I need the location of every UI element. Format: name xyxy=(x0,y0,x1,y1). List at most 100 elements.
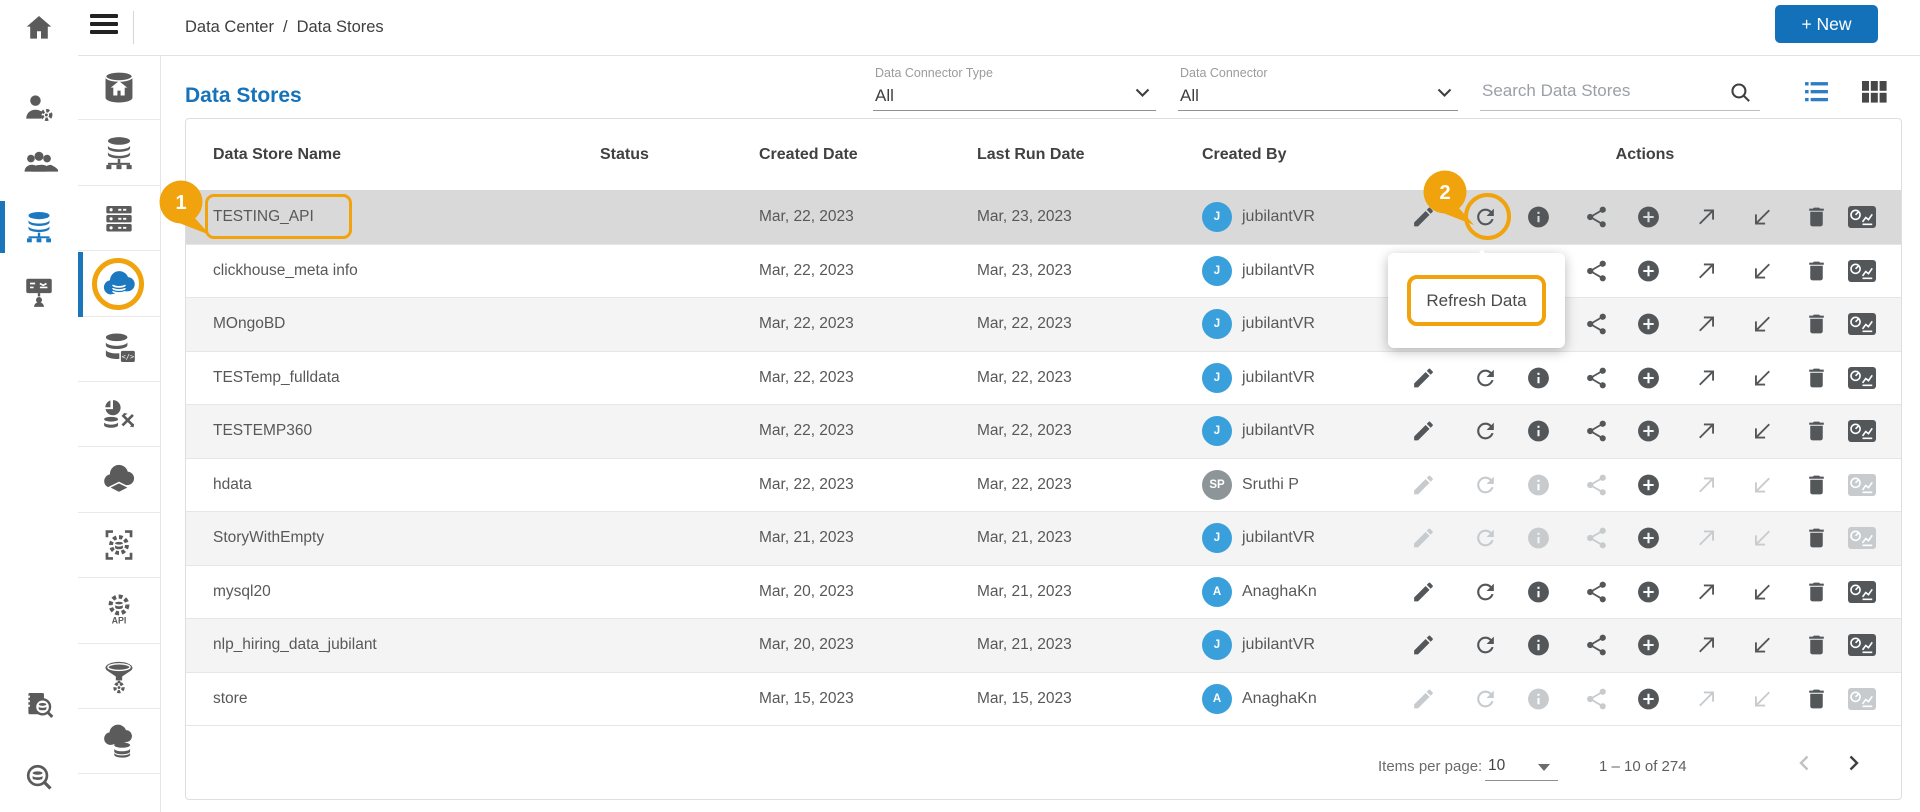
share-icon[interactable] xyxy=(1584,312,1609,337)
table-row[interactable]: hdata Mar, 22, 2023 Mar, 22, 2023 SP Sru… xyxy=(186,458,1901,512)
share-icon[interactable] xyxy=(1584,526,1609,551)
search-icon[interactable] xyxy=(1728,80,1753,105)
data-profile-icon[interactable] xyxy=(1848,634,1876,657)
open-external-icon[interactable] xyxy=(1694,258,1719,283)
import-icon[interactable] xyxy=(1750,472,1775,497)
table-row[interactable]: clickhouse_meta info Mar, 22, 2023 Mar, … xyxy=(186,244,1901,298)
edit-icon[interactable] xyxy=(1411,633,1436,658)
add-icon[interactable] xyxy=(1636,633,1661,658)
add-icon[interactable] xyxy=(1636,419,1661,444)
data-profile-icon[interactable] xyxy=(1848,366,1876,389)
table-row[interactable]: TESTemp_fulldata Mar, 22, 2023 Mar, 22, … xyxy=(186,351,1901,405)
new-button[interactable]: + New xyxy=(1775,5,1878,43)
data-profile-icon[interactable] xyxy=(1848,687,1876,710)
refresh-icon[interactable] xyxy=(1473,579,1498,604)
edit-icon[interactable] xyxy=(1411,526,1436,551)
open-external-icon[interactable] xyxy=(1694,633,1719,658)
delete-icon[interactable] xyxy=(1804,579,1829,604)
delete-icon[interactable] xyxy=(1804,419,1829,444)
table-row[interactable]: TESTING_API Mar, 22, 2023 Mar, 23, 2023 … xyxy=(186,191,1901,245)
delete-icon[interactable] xyxy=(1804,312,1829,337)
import-icon[interactable] xyxy=(1750,312,1775,337)
refresh-icon[interactable] xyxy=(1473,365,1498,390)
import-icon[interactable] xyxy=(1750,633,1775,658)
add-icon[interactable] xyxy=(1636,579,1661,604)
delete-icon[interactable] xyxy=(1804,686,1829,711)
refresh-icon[interactable] xyxy=(1473,526,1498,551)
sidebar2-item-servers[interactable] xyxy=(78,186,160,252)
sidebar2-item-api-services[interactable]: API xyxy=(78,578,160,644)
sidebar2-item-data-funnel[interactable] xyxy=(78,644,160,709)
items-per-page-caret-icon[interactable] xyxy=(1538,764,1550,777)
open-external-icon[interactable] xyxy=(1694,579,1719,604)
share-icon[interactable] xyxy=(1584,686,1609,711)
add-icon[interactable] xyxy=(1636,258,1661,283)
share-icon[interactable] xyxy=(1584,579,1609,604)
delete-icon[interactable] xyxy=(1804,258,1829,283)
list-view-icon[interactable] xyxy=(1804,81,1829,103)
table-row[interactable]: mysql20 Mar, 20, 2023 Mar, 21, 2023 A An… xyxy=(186,565,1901,619)
data-profile-icon[interactable] xyxy=(1848,420,1876,443)
table-row[interactable]: store Mar, 15, 2023 Mar, 15, 2023 A Anag… xyxy=(186,672,1901,726)
grid-view-icon[interactable] xyxy=(1862,81,1887,103)
import-icon[interactable] xyxy=(1750,258,1775,283)
info-icon[interactable] xyxy=(1526,526,1551,551)
info-icon[interactable] xyxy=(1526,472,1551,497)
sidebar2-item-data-engine[interactable] xyxy=(78,513,160,579)
delete-icon[interactable] xyxy=(1804,205,1829,230)
add-icon[interactable] xyxy=(1636,686,1661,711)
import-icon[interactable] xyxy=(1750,526,1775,551)
info-icon[interactable] xyxy=(1526,633,1551,658)
info-icon[interactable] xyxy=(1526,365,1551,390)
previous-page-icon[interactable] xyxy=(1796,754,1814,772)
info-icon[interactable] xyxy=(1526,579,1551,604)
data-profile-icon[interactable] xyxy=(1848,313,1876,336)
sidebar-item-data-discovery[interactable] xyxy=(0,677,78,733)
info-icon[interactable] xyxy=(1526,419,1551,444)
refresh-icon[interactable] xyxy=(1473,686,1498,711)
refresh-icon[interactable] xyxy=(1473,419,1498,444)
delete-icon[interactable] xyxy=(1804,365,1829,390)
delete-icon[interactable] xyxy=(1804,526,1829,551)
sidebar-item-user-settings[interactable] xyxy=(0,80,78,136)
open-external-icon[interactable] xyxy=(1694,365,1719,390)
sidebar2-item-cloud-layers[interactable] xyxy=(78,447,160,513)
data-profile-icon[interactable] xyxy=(1848,473,1876,496)
share-icon[interactable] xyxy=(1584,365,1609,390)
edit-icon[interactable] xyxy=(1411,579,1436,604)
table-row[interactable]: MOngoBD Mar, 22, 2023 Mar, 22, 2023 J ju… xyxy=(186,298,1901,352)
connector-filter[interactable]: Data Connector All xyxy=(1178,66,1458,111)
search-input[interactable] xyxy=(1480,80,1724,102)
add-icon[interactable] xyxy=(1636,365,1661,390)
open-external-icon[interactable] xyxy=(1694,472,1719,497)
add-icon[interactable] xyxy=(1636,472,1661,497)
connector-type-filter[interactable]: Data Connector Type All xyxy=(873,66,1156,111)
sidebar2-item-dataset-code[interactable]: </> xyxy=(78,317,160,382)
info-icon[interactable] xyxy=(1526,686,1551,711)
table-row[interactable]: StoryWithEmpty Mar, 21, 2023 Mar, 21, 20… xyxy=(186,512,1901,566)
open-external-icon[interactable] xyxy=(1694,312,1719,337)
sidebar-item-home[interactable] xyxy=(0,0,78,56)
edit-icon[interactable] xyxy=(1411,472,1436,497)
edit-icon[interactable] xyxy=(1411,419,1436,444)
share-icon[interactable] xyxy=(1584,258,1609,283)
data-profile-icon[interactable] xyxy=(1848,580,1876,603)
data-profile-icon[interactable] xyxy=(1848,259,1876,282)
open-external-icon[interactable] xyxy=(1694,205,1719,230)
open-external-icon[interactable] xyxy=(1694,526,1719,551)
table-row[interactable]: nlp_hiring_data_jubilant Mar, 20, 2023 M… xyxy=(186,619,1901,673)
refresh-icon[interactable] xyxy=(1473,472,1498,497)
add-icon[interactable] xyxy=(1636,205,1661,230)
import-icon[interactable] xyxy=(1750,365,1775,390)
open-external-icon[interactable] xyxy=(1694,419,1719,444)
next-page-icon[interactable] xyxy=(1844,754,1862,772)
menu-icon[interactable] xyxy=(90,14,118,38)
data-profile-icon[interactable] xyxy=(1848,527,1876,550)
open-external-icon[interactable] xyxy=(1694,686,1719,711)
share-icon[interactable] xyxy=(1584,472,1609,497)
share-icon[interactable] xyxy=(1584,205,1609,230)
share-icon[interactable] xyxy=(1584,419,1609,444)
sidebar-item-data-stores[interactable] xyxy=(0,199,78,255)
data-profile-icon[interactable] xyxy=(1848,206,1876,229)
sidebar2-item-data-sync[interactable] xyxy=(78,382,160,448)
